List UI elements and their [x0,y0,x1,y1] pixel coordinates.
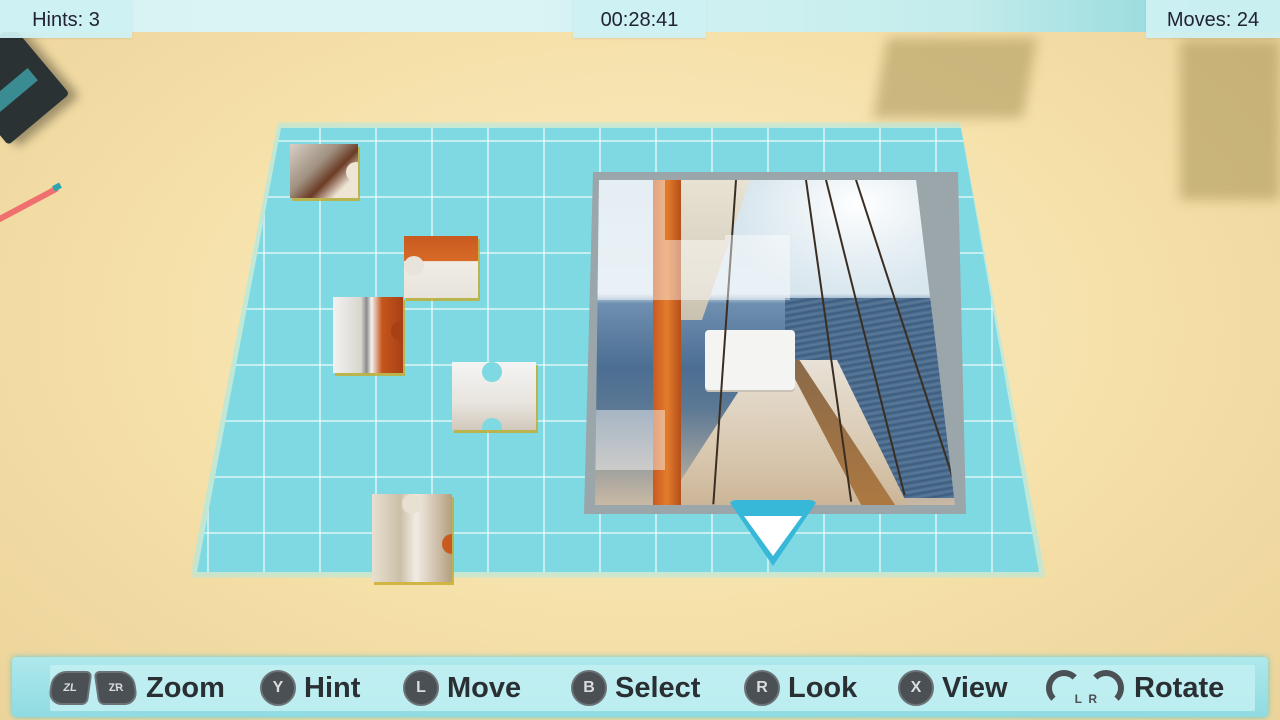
hints-counter: Hints: 3 [0,0,132,38]
empty-slot[interactable] [595,410,665,470]
right-stick-icon: R [744,670,780,706]
puzzle-piece[interactable] [404,236,478,298]
zr-button-icon: ZR [93,671,139,705]
puzzle-piece[interactable] [372,494,452,582]
control-label: Hint [304,671,361,704]
l-button-icon: L [1046,670,1082,706]
control-hint: Y Hint [260,663,360,713]
b-button-icon: B [571,670,607,706]
empty-slot[interactable] [665,240,725,300]
y-button-icon: Y [260,670,296,706]
zl-button-icon: ZL [47,671,93,705]
empty-slot[interactable] [595,180,665,300]
puzzle-piece[interactable] [333,297,403,373]
control-label: View [942,671,1008,704]
timer: 00:28:41 [573,0,706,38]
control-zoom: ZL ZR Zoom [47,663,225,713]
control-view: X View [898,663,1008,713]
control-label: Look [788,671,858,704]
puzzle-image[interactable] [595,180,955,505]
control-rotate: L R Rotate [1046,663,1224,713]
control-label: Zoom [146,671,225,704]
x-button-icon: X [898,670,934,706]
pencil-tip [52,182,62,192]
control-look: R Look [744,663,857,713]
table-shadow-right [1180,40,1280,200]
puzzle-piece[interactable] [290,144,358,198]
control-label: Move [447,671,522,704]
selection-triangle-icon [728,500,818,566]
empty-slot[interactable] [725,235,790,300]
control-label: Select [615,671,701,704]
puzzle-piece[interactable] [452,362,536,430]
moves-counter: Moves: 24 [1146,0,1280,38]
control-select: B Select [571,663,700,713]
pencil [0,185,60,225]
left-stick-icon: L [403,670,439,706]
control-label: Rotate [1134,671,1225,704]
cabin [705,330,795,390]
control-move: L Move [403,663,521,713]
table-shadow-top-right [872,38,1038,118]
r-button-icon: R [1088,670,1124,706]
